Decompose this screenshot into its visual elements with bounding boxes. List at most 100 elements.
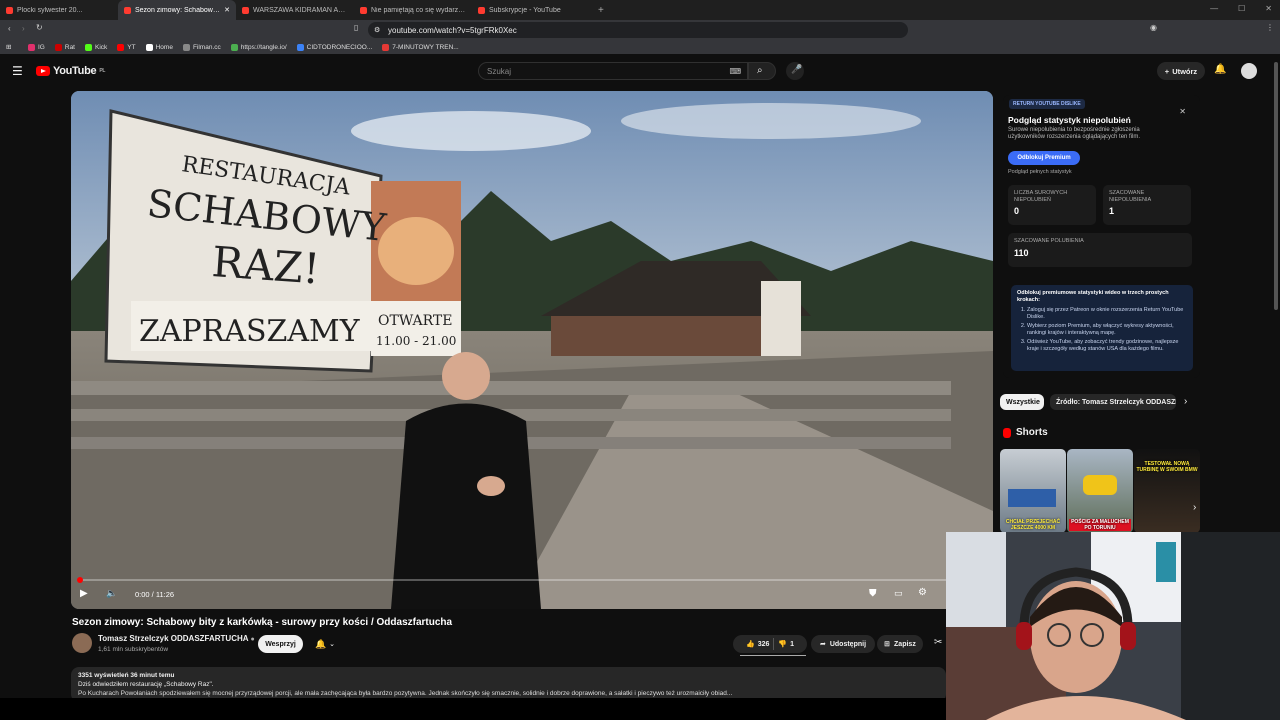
short-thumbnail[interactable]: TESTOWAŁ NOWĄ TURBINĘ W SWOIM BMW — [1134, 449, 1200, 533]
sign-otwarte-text: OTWARTE — [378, 313, 452, 329]
reload-icon[interactable]: ↻ — [36, 23, 43, 32]
chip-all[interactable]: Wszystkie — [1000, 394, 1044, 410]
window-close-icon[interactable]: ✕ — [1265, 4, 1272, 13]
unlock-premium-button[interactable]: Odblokuj Premium — [1008, 151, 1080, 165]
bell-icon: 🔔 — [314, 638, 327, 649]
truck-image — [1008, 489, 1056, 507]
subtitles-icon[interactable]: ▭ — [894, 588, 903, 599]
new-tab-button[interactable]: + — [590, 5, 604, 16]
close-tab-icon[interactable]: ✕ — [224, 6, 230, 14]
view-count-date: 3351 wyświetleń 36 minut temu — [78, 672, 175, 679]
minimize-icon[interactable]: — — [1210, 4, 1218, 13]
menu-dots-icon[interactable]: ⋮ — [1266, 23, 1274, 32]
like-button[interactable]: 👍 326 — [745, 640, 769, 649]
page-scrollbar[interactable] — [1274, 62, 1278, 310]
forward-icon[interactable]: › — [22, 24, 25, 33]
apps-icon[interactable]: ⊞ — [6, 43, 11, 51]
youtube-logo[interactable]: YouTube PL — [36, 65, 105, 77]
chevron-right-icon[interactable]: › — [1184, 396, 1187, 407]
youtube-favicon-icon — [242, 6, 249, 14]
chevron-down-icon: ⌄ — [329, 641, 336, 648]
clip-scissors-icon[interactable]: ✂ — [934, 637, 942, 648]
browser-tab[interactable]: Plocki sylwester 20... — [0, 0, 118, 20]
progress-scrubber[interactable] — [77, 577, 83, 583]
sign-hours-text: 11.00 - 21.00 — [376, 334, 456, 348]
bookmark-item[interactable]: Rat — [54, 43, 75, 51]
settings-gear-icon[interactable]: ⚙ — [918, 587, 927, 598]
youtube-favicon-icon — [478, 6, 485, 14]
sign-raz-text: RAZ! — [210, 237, 321, 293]
full-stats-link[interactable]: Podgląd pełnych statystyk — [1008, 169, 1072, 175]
browser-tab-active[interactable]: Sezon zimowy: Schabowy bity z ...✕ — [118, 0, 236, 20]
youtube-favicon-icon — [360, 6, 367, 14]
browser-tab[interactable]: Subskrypcje - YouTube — [472, 0, 590, 20]
thumbs-up-icon: 👍 — [745, 641, 755, 648]
share-icon: ➦ — [819, 641, 826, 648]
step-item: Odśwież YouTube, aby zobaczyć trendy god… — [1027, 339, 1187, 352]
thumbs-down-icon: 👎 — [778, 641, 788, 648]
bookmark-item[interactable]: Filman.cc — [182, 43, 221, 51]
extension-icon[interactable]: ◉ — [1150, 23, 1157, 32]
bookmark-favicon-icon — [182, 43, 190, 51]
short-thumbnail[interactable]: POŚCIG ZA MALUCHEM PO TORUNIU — [1067, 449, 1133, 533]
browser-tab-bar: Plocki sylwester 20... Sezon zimowy: Sch… — [0, 0, 1280, 20]
channel-avatar[interactable] — [72, 633, 92, 653]
play-button[interactable]: ▶ — [80, 588, 96, 602]
search-button[interactable]: ⌕ — [748, 62, 776, 80]
account-avatar[interactable] — [1241, 63, 1257, 79]
bookmark-item[interactable]: Kick — [85, 43, 107, 51]
search-icon: ⌕ — [757, 65, 763, 76]
notifications-bell-icon[interactable]: 🔔 — [1214, 64, 1226, 75]
bookmark-item[interactable]: CIDTODRONECIOO... — [296, 43, 372, 51]
bookmark-item[interactable]: Home — [145, 43, 173, 51]
youtube-favicon-icon — [124, 6, 131, 14]
divider — [773, 638, 775, 650]
maximize-icon[interactable]: ☐ — [1238, 4, 1245, 13]
voice-search-button[interactable]: 🎤 — [786, 62, 804, 80]
share-button[interactable]: ➦ Udostępnij — [811, 635, 875, 653]
bookmark-icon[interactable]: ▯ — [354, 23, 358, 32]
webcam-overlay — [946, 532, 1280, 720]
hamburger-menu-icon[interactable]: ☰ — [12, 64, 23, 78]
search-input[interactable]: Szukaj ⌨ — [478, 62, 748, 80]
back-icon[interactable]: ‹ — [8, 24, 11, 33]
screen-bottom-bar — [0, 698, 946, 720]
step-item: Wybierz poziom Premium, aby włączyć wykr… — [1027, 323, 1187, 336]
microphone-icon: 🎤 — [791, 64, 803, 74]
channel-name[interactable]: Tomasz Strzelczyk ODDASZFARTUCHA ● — [98, 634, 255, 643]
site-info-icon[interactable]: ⚙ — [374, 26, 380, 34]
estimated-likes-stat: SZACOWANE POLUBIENIA 110 — [1008, 233, 1192, 267]
shield-icon[interactable]: ⛊ — [869, 588, 877, 599]
raw-dislikes-stat: LICZBA SUROWYCH NIEPOLUBIEŃ 0 — [1008, 185, 1096, 225]
car-image — [1083, 475, 1117, 495]
keyboard-icon[interactable]: ⌨ — [729, 67, 741, 76]
description-box[interactable]: 3351 wyświetleń 36 minut temu Dziś odwie… — [71, 667, 946, 702]
bookmark-item[interactable]: 7-MINUTOWY TREN... — [382, 43, 459, 51]
save-button[interactable]: ⊞ Zapisz — [877, 635, 923, 653]
close-icon[interactable]: ✕ — [1179, 107, 1186, 116]
bookmark-item[interactable]: IG — [28, 43, 45, 51]
like-dislike-group: 👍 326 👎 1 — [733, 635, 807, 653]
webcam-frame — [946, 532, 1280, 720]
bookmark-favicon-icon — [296, 43, 304, 51]
estimated-dislikes-stat: SZACOWANE NIEPOLUBIENIA 1 — [1103, 185, 1191, 225]
video-timecode: 0:00 / 11:26 — [135, 590, 175, 599]
bookmark-item[interactable]: https://tangle.io/ — [230, 43, 287, 51]
video-progress-bar[interactable] — [77, 577, 985, 583]
dislike-button[interactable]: 👎 1 — [778, 640, 794, 649]
bookmark-item[interactable]: YT — [117, 43, 136, 51]
browser-tab[interactable]: WARSZAWA KIDRAMAN AUU - YouT... — [236, 0, 354, 20]
subscribed-bell-button[interactable]: 🔔 ⌄ — [310, 635, 340, 653]
shorts-next-icon[interactable]: › — [1193, 502, 1196, 513]
shorts-icon — [1003, 427, 1011, 438]
chip-source-channel[interactable]: Źródło: Tomasz Strzelczyk ODDASZFA... — [1050, 394, 1176, 410]
plus-icon: + — [1164, 66, 1170, 76]
short-thumbnail[interactable]: CHCIAŁ PRZEJECHAĆ JESZCZE 4000 KM — [1000, 449, 1066, 533]
support-button[interactable]: Wesprzyj — [258, 635, 303, 653]
volume-icon[interactable]: 🔈 — [106, 588, 117, 599]
create-button[interactable]: + Utwórz — [1157, 62, 1205, 80]
address-bar[interactable]: ⚙ youtube.com/watch?v=5tgrFRk0Xec — [368, 22, 908, 38]
video-player[interactable]: RESTAURACJA SCHABOWY RAZ! ZAPRASZAMY OTW… — [71, 91, 993, 609]
bookmark-favicon-icon — [382, 43, 390, 51]
browser-tab[interactable]: Nie pamiętają co się wydarzyło w 20... — [354, 0, 472, 20]
